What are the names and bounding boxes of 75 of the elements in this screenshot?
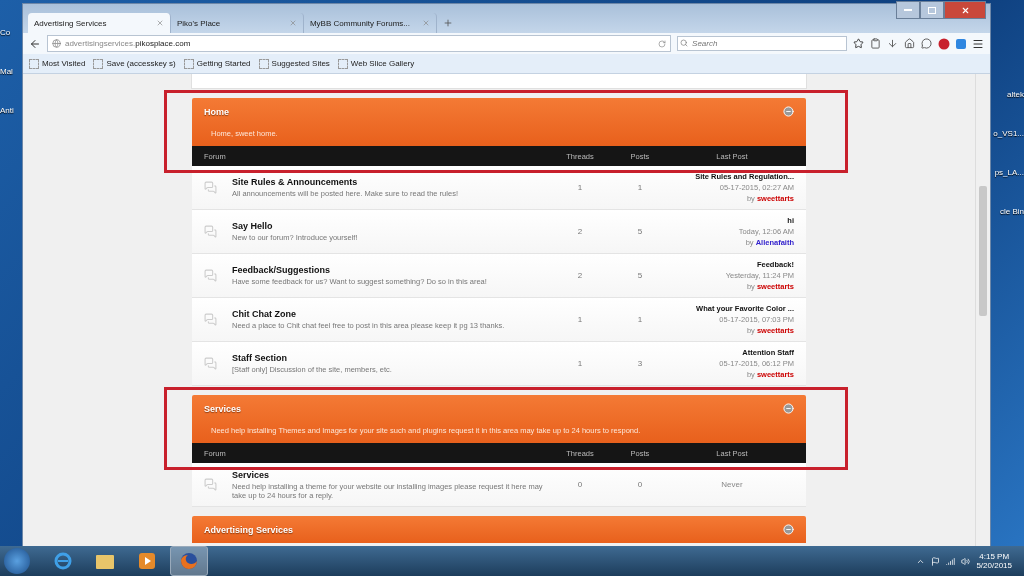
- desktop-icon-label: Co: [0, 28, 11, 37]
- bookmark-item[interactable]: Getting Started: [183, 58, 251, 69]
- post-count: 0: [636, 480, 644, 489]
- category-title: Advertising Services: [204, 524, 294, 535]
- bookmark-item[interactable]: Web Slice Gallery: [337, 58, 415, 69]
- browser-e-icon: [53, 551, 73, 571]
- thread-count: 1: [576, 315, 584, 324]
- post-count: 5: [636, 271, 644, 280]
- fox-globe-icon: [179, 551, 199, 571]
- flag-icon[interactable]: [931, 556, 941, 566]
- folder-icon: [95, 552, 115, 570]
- speaker-icon[interactable]: [961, 556, 971, 566]
- address-bar[interactable]: advertisingservices.pikosplace.com: [46, 35, 672, 52]
- clock[interactable]: 4:15 PM 5/20/2015: [976, 552, 1020, 570]
- forum-title[interactable]: Chit Chat Zone: [232, 309, 550, 319]
- thread-count: 1: [576, 183, 584, 192]
- start-button[interactable]: [4, 548, 30, 574]
- chat-bubbles-icon: [204, 225, 217, 238]
- chat-bubbles-icon: [204, 181, 217, 194]
- minimize-button[interactable]: [896, 1, 921, 19]
- thread-count: 2: [576, 271, 584, 280]
- thread-count: 2: [576, 227, 584, 236]
- signal-icon[interactable]: [946, 556, 956, 566]
- search-icon: [680, 39, 689, 47]
- post-count: 5: [636, 227, 644, 236]
- menu-icon[interactable]: [972, 37, 985, 50]
- maximize-icon: [928, 6, 937, 14]
- desktop-icon-label: Anti: [0, 106, 14, 115]
- forum-title[interactable]: Site Rules & Announcements: [232, 177, 550, 187]
- bookmark-item[interactable]: Most Visited: [28, 58, 86, 69]
- post-count: 1: [636, 183, 644, 192]
- reload-icon[interactable]: [658, 39, 667, 48]
- stop-sign-icon[interactable]: [938, 37, 951, 50]
- collapse-icon[interactable]: [783, 403, 794, 414]
- new-tab-icon[interactable]: [442, 18, 453, 28]
- play-icon: [138, 552, 156, 570]
- category-title: Home: [204, 106, 229, 117]
- maximize-button[interactable]: [920, 1, 945, 19]
- minimize-icon: [904, 8, 913, 12]
- post-count: 1: [636, 315, 644, 324]
- chat-bubbles-icon: [204, 313, 217, 326]
- forum-title[interactable]: Staff Section: [232, 353, 550, 363]
- chat-bubbles-icon: [204, 357, 217, 370]
- back-icon[interactable]: [28, 37, 41, 50]
- clipboard-icon[interactable]: [870, 38, 882, 49]
- forum-title[interactable]: Feedback/Suggestions: [232, 265, 550, 275]
- chat-icon[interactable]: [921, 38, 933, 49]
- thread-count: 1: [576, 359, 584, 368]
- thread-count: 0: [576, 480, 584, 489]
- close-button[interactable]: [944, 1, 987, 19]
- post-count: 3: [636, 359, 644, 368]
- collapse-icon[interactable]: [783, 106, 794, 117]
- close-icon: [960, 5, 970, 15]
- home-icon[interactable]: [904, 38, 916, 49]
- star-icon[interactable]: [853, 38, 865, 49]
- desktop-icon-label: ps_LA...: [994, 168, 1024, 177]
- desktop-icon-label: o_VS1...: [993, 129, 1024, 138]
- bookmark-item[interactable]: Save (accesskey s): [93, 58, 176, 69]
- desktop-icon-label: Mal: [0, 67, 13, 76]
- browser-tab[interactable]: Advertising Services: [27, 13, 171, 33]
- bookmark-item[interactable]: Suggested Sites: [258, 58, 330, 69]
- globe-icon: [51, 39, 61, 48]
- collapse-icon[interactable]: [783, 524, 794, 535]
- download-icon[interactable]: [887, 38, 899, 49]
- category-title: Services: [204, 403, 242, 414]
- chat-bubbles-icon: [204, 478, 217, 491]
- desktop-icon-label: cle Bin: [1000, 207, 1024, 216]
- search-field[interactable]: Search: [677, 36, 848, 51]
- forum-title[interactable]: Services: [232, 469, 550, 480]
- close-icon[interactable]: [155, 19, 164, 27]
- chat-bubbles-icon: [204, 269, 217, 282]
- last-post: Never: [720, 480, 744, 489]
- forum-title[interactable]: Say Hello: [232, 221, 550, 231]
- desktop-icon-label: altek: [1007, 90, 1024, 99]
- square-icon[interactable]: [956, 38, 967, 49]
